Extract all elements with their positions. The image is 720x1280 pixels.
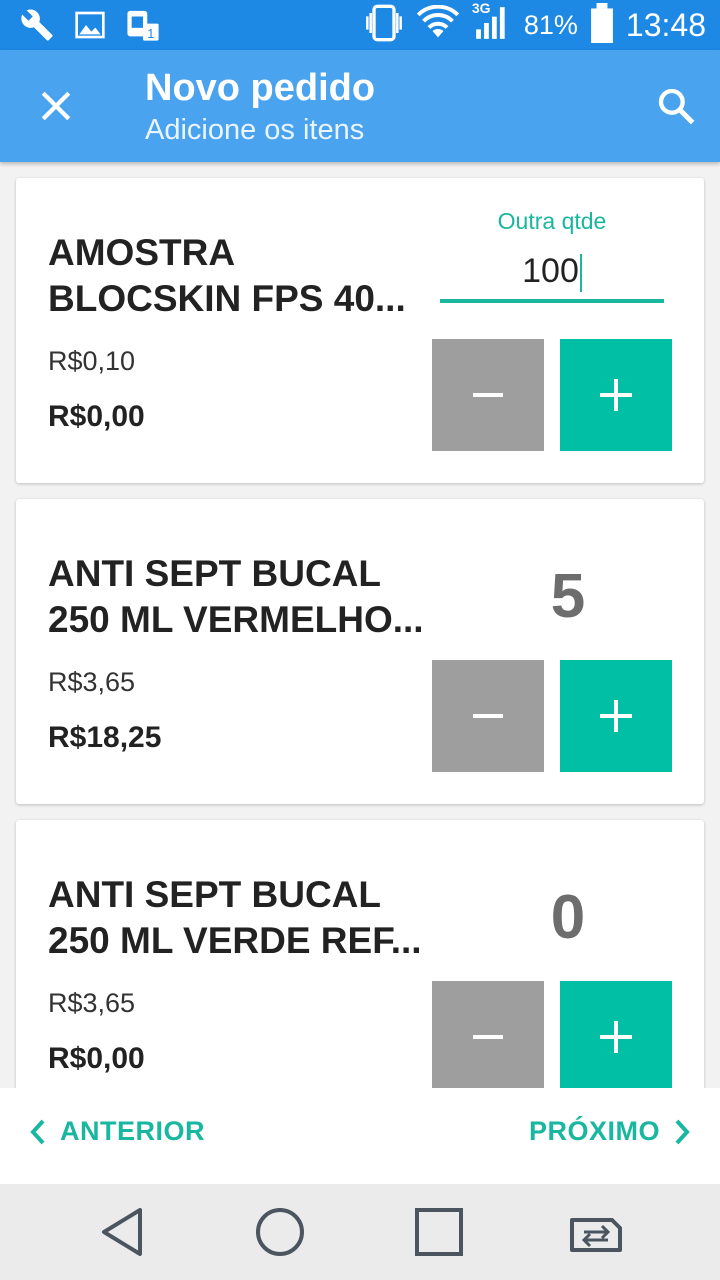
nav-back-button[interactable]: [92, 1202, 152, 1262]
page-title: Novo pedido: [145, 67, 376, 109]
line-total: R$18,25: [48, 721, 162, 754]
decrease-button[interactable]: [432, 339, 544, 451]
product-name: AMOSTRA BLOCSKIN FPS 40...: [48, 232, 406, 319]
system-nav-bar: [0, 1184, 720, 1280]
decrease-button[interactable]: [432, 660, 544, 772]
product-card: ANTI SEPT BUCAL 250 ML VERDE REF... R$3,…: [16, 820, 704, 1088]
close-button[interactable]: [26, 76, 86, 136]
decrease-button[interactable]: [432, 981, 544, 1088]
increase-button[interactable]: [560, 339, 672, 451]
signal-3g-icon: 3G: [472, 0, 512, 47]
product-name: ANTI SEPT BUCAL 250 ML VERMELHO...: [48, 553, 424, 640]
increase-button[interactable]: [560, 981, 672, 1088]
next-label: PRÓXIMO: [528, 1116, 660, 1146]
chevron-right-icon: [675, 1119, 690, 1144]
minus-icon: [473, 393, 503, 397]
svg-text:1: 1: [147, 26, 154, 41]
product-name: ANTI SEPT BUCAL 250 ML VERDE REF...: [48, 874, 422, 961]
input-underline: [440, 299, 664, 303]
line-total: R$0,00: [48, 400, 145, 433]
product-card: AMOSTRA BLOCSKIN FPS 40... R$0,10 R$0,00…: [16, 178, 704, 483]
page-subtitle: Adicione os itens: [145, 114, 365, 146]
next-button[interactable]: PRÓXIMO: [529, 1116, 692, 1147]
unit-price: R$3,65: [48, 988, 136, 1018]
back-icon: [102, 1208, 142, 1256]
minus-icon: [473, 714, 503, 718]
home-icon: [256, 1208, 304, 1256]
nav-switch-sim-button[interactable]: [566, 1202, 626, 1262]
plus-icon: [600, 379, 632, 411]
quantity-value: 5: [550, 562, 586, 631]
clock: 13:48: [625, 6, 706, 43]
search-button[interactable]: [648, 78, 704, 134]
increase-button[interactable]: [560, 660, 672, 772]
nav-recents-button[interactable]: [409, 1202, 469, 1262]
product-list[interactable]: AMOSTRA BLOCSKIN FPS 40... R$0,10 R$0,00…: [0, 162, 720, 1088]
wifi-icon: [416, 4, 460, 46]
sim-lock-icon: 1: [126, 8, 160, 47]
product-card: ANTI SEPT BUCAL 250 ML VERMELHO... R$3,6…: [16, 499, 704, 804]
pager-bar: ANTERIOR PRÓXIMO: [0, 1088, 720, 1184]
search-icon: [658, 88, 695, 125]
plus-icon: [600, 700, 632, 732]
other-quantity-label: Outra qtde: [497, 208, 607, 234]
recents-icon: [415, 1208, 463, 1256]
app-bar: Novo pedido Adicione os itens: [0, 50, 720, 162]
line-total: R$0,00: [48, 1042, 145, 1075]
text-cursor: [579, 254, 582, 293]
previous-button[interactable]: ANTERIOR: [28, 1116, 205, 1147]
wrench-icon: [20, 8, 54, 47]
previous-label: ANTERIOR: [60, 1116, 205, 1146]
status-bar: 1 3G 81% 13:48: [0, 0, 720, 50]
vibrate-icon: [364, 3, 404, 48]
minus-icon: [473, 1035, 503, 1039]
quantity-value: 0: [550, 883, 586, 952]
nav-home-button[interactable]: [250, 1202, 310, 1262]
switch-sim-icon: [570, 1218, 622, 1252]
other-quantity-field[interactable]: Outra qtde 100: [440, 208, 664, 303]
chevron-left-icon: [30, 1119, 45, 1144]
unit-price: R$0,10: [48, 346, 136, 376]
unit-price: R$3,65: [48, 667, 136, 697]
close-icon: [41, 91, 71, 121]
battery-percent: 81%: [523, 9, 578, 40]
other-quantity-input[interactable]: 100: [522, 252, 579, 290]
battery-icon: [590, 2, 614, 48]
plus-icon: [600, 1021, 632, 1053]
image-icon: [74, 9, 106, 46]
